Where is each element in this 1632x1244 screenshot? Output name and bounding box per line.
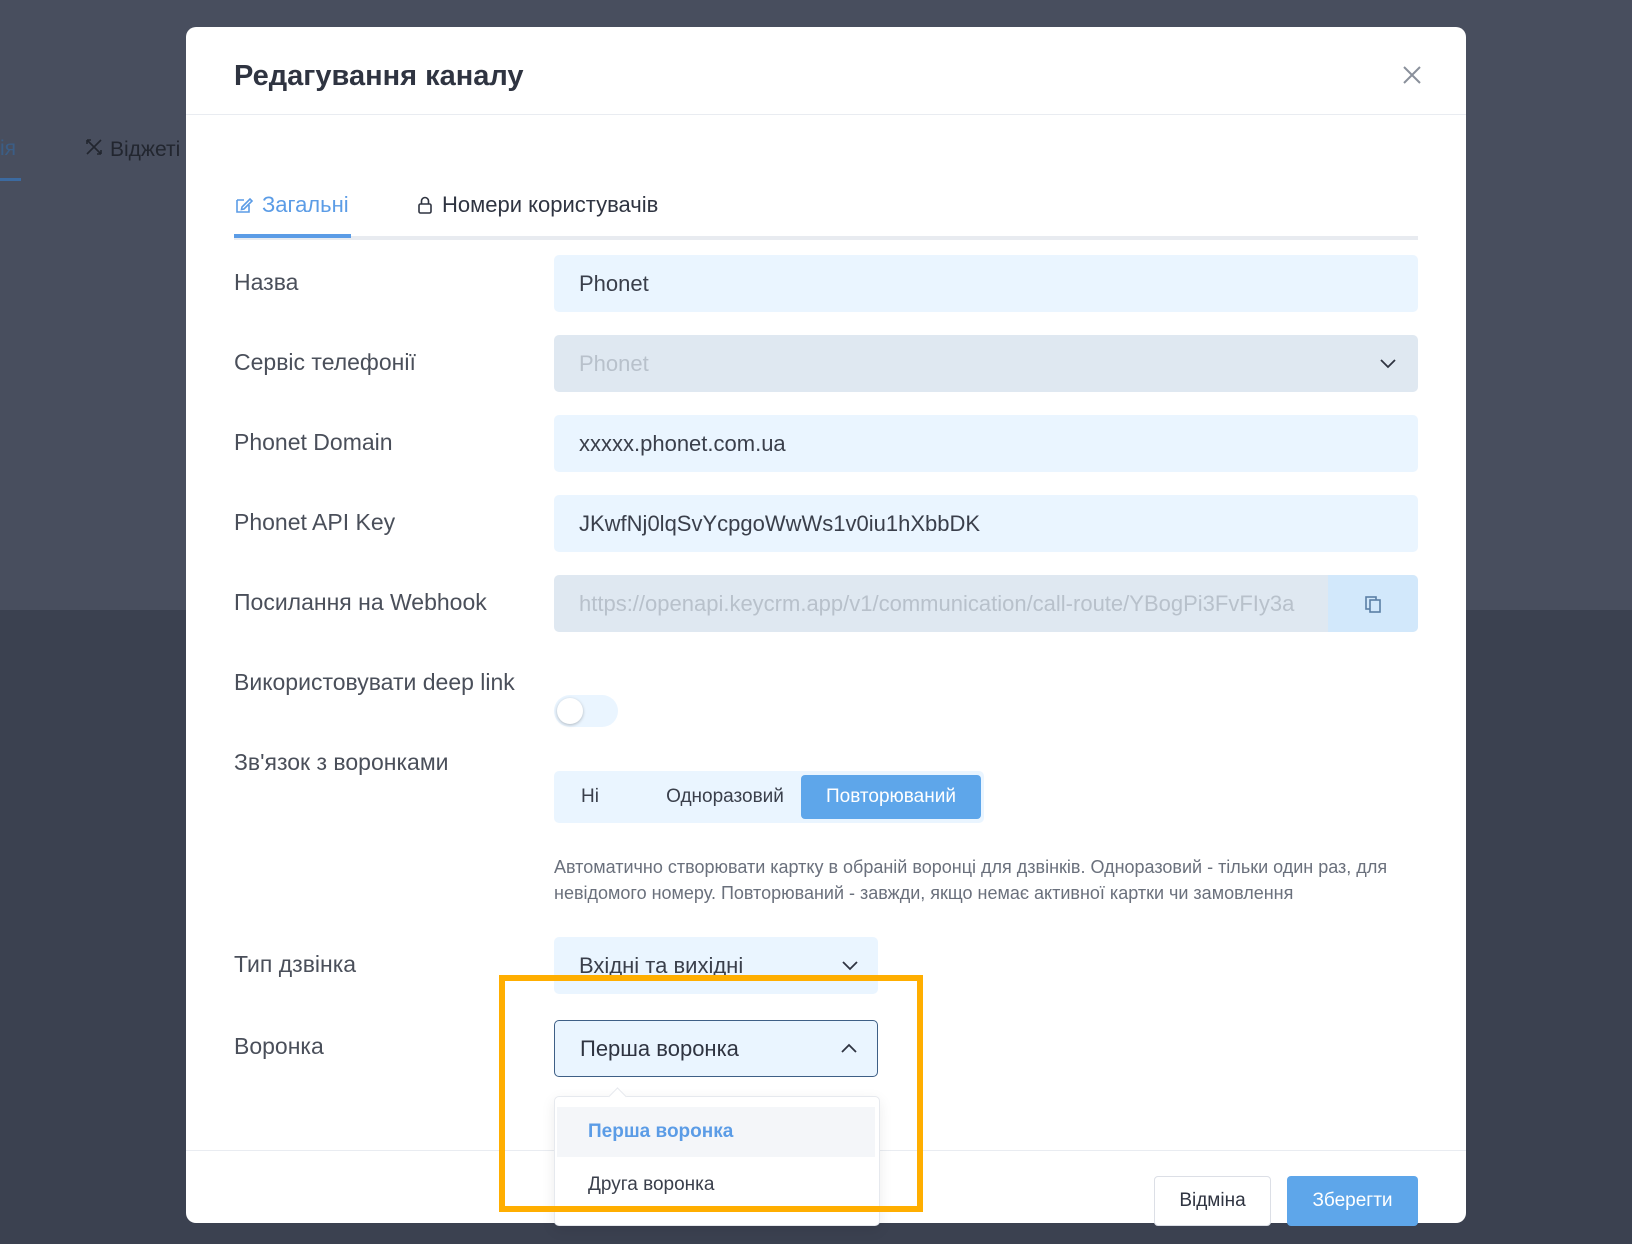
- close-icon: [1403, 66, 1421, 84]
- copy-icon: [1365, 595, 1381, 613]
- funnel-link-segmented: Ні Одноразовий Повторюваний: [554, 771, 984, 823]
- dropdown-arrow: [608, 1087, 627, 1106]
- funnel-select-value: Перша воронка: [580, 1035, 739, 1061]
- call-type-select-value: Вхідні та вихідні: [579, 952, 744, 978]
- widgets-icon: [84, 137, 104, 163]
- chevron-down-icon: [842, 961, 858, 971]
- deep-link-toggle[interactable]: [554, 695, 618, 727]
- name-input[interactable]: Phonet: [554, 255, 1418, 312]
- funnel-select[interactable]: Перша воронка: [554, 1020, 878, 1077]
- webhook-input-value: https://openapi.keycrm.app/v1/communicat…: [579, 590, 1295, 616]
- tab-general-label: Загальні: [262, 192, 349, 217]
- background-tab-widgets-label: Віджеті: [110, 138, 181, 161]
- call-type-select[interactable]: Вхідні та вихідні: [554, 937, 878, 994]
- domain-label: Phonet Domain: [234, 429, 393, 455]
- telephony-label: Сервіс телефонії: [234, 349, 416, 375]
- edit-icon: [236, 197, 254, 213]
- api-key-input-value: JKwfNj0lqSvYcpgoWwWs1v0iu1hXbbDK: [579, 510, 981, 536]
- telephony-select-value: Phonet: [579, 350, 649, 376]
- save-button[interactable]: Зберегти: [1287, 1176, 1418, 1226]
- chevron-up-icon: [841, 1043, 857, 1053]
- tab-user-numbers[interactable]: Номери користувачів: [416, 192, 658, 218]
- name-label: Назва: [234, 269, 299, 295]
- close-button[interactable]: [1400, 63, 1424, 87]
- tab-user-numbers-label: Номери користувачів: [442, 192, 659, 217]
- edit-channel-modal: Редагування каналу Загальні Номери корис…: [186, 27, 1466, 1226]
- tab-bar: Загальні Номери користувачів: [234, 167, 1418, 240]
- api-key-label: Phonet API Key: [234, 509, 396, 535]
- funnel-link-hint: Автоматично створювати картку в обраній …: [554, 857, 1388, 903]
- modal-header: Редагування каналу: [186, 27, 1466, 115]
- background-tab-widgets: Віджеті: [84, 137, 180, 163]
- funnel-link-label: Зв'язок з воронками: [234, 749, 449, 775]
- webhook-label: Посилання на Webhook: [234, 589, 487, 615]
- background-tab-partial: ія: [0, 137, 17, 160]
- telephony-select: Phonet: [554, 335, 1418, 392]
- funnel-link-option-repeat[interactable]: Повторюваний: [801, 775, 981, 819]
- copy-button[interactable]: [1328, 575, 1418, 632]
- webhook-input: https://openapi.keycrm.app/v1/communicat…: [554, 575, 1418, 632]
- funnel-link-option-once[interactable]: Одноразовий: [640, 775, 810, 819]
- tab-general[interactable]: Загальні: [234, 192, 349, 218]
- funnel-option-second[interactable]: Друга воронка: [557, 1160, 875, 1210]
- domain-input[interactable]: xxxxx.phonet.com.ua: [554, 415, 1418, 472]
- background-tab-underline: [0, 178, 21, 181]
- toggle-knob: [557, 698, 583, 724]
- lock-icon: [418, 196, 432, 214]
- domain-input-value: xxxxx.phonet.com.ua: [579, 430, 786, 456]
- deep-link-label: Використовувати deep link: [234, 669, 515, 695]
- funnel-label: Воронка: [234, 1033, 324, 1059]
- modal-title: Редагування каналу: [234, 60, 524, 92]
- name-input-value: Phonet: [579, 270, 649, 296]
- funnel-link-option-no[interactable]: Ні: [560, 775, 620, 819]
- funnel-dropdown: Перша воронка Друга воронка: [554, 1087, 880, 1226]
- funnel-option-first[interactable]: Перша воронка: [557, 1107, 875, 1157]
- chevron-down-icon: [1380, 359, 1396, 369]
- call-type-label: Тип дзвінка: [234, 951, 357, 977]
- api-key-input[interactable]: JKwfNj0lqSvYcpgoWwWs1v0iu1hXbbDK: [554, 495, 1418, 552]
- active-tab-underline: [234, 234, 351, 238]
- cancel-button[interactable]: Відміна: [1154, 1176, 1271, 1226]
